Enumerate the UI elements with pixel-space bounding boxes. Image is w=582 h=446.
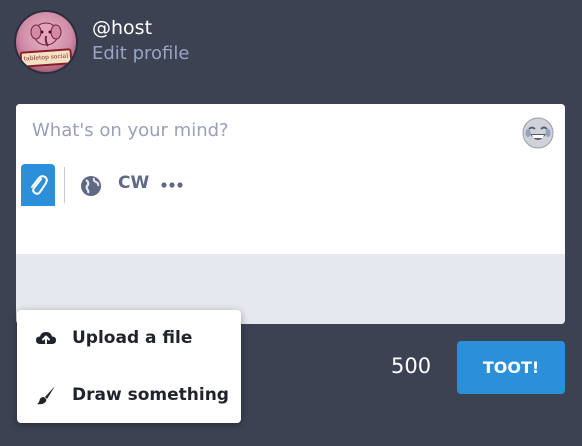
edit-profile-link[interactable]: Edit profile (92, 41, 189, 67)
toolbar-divider (64, 167, 65, 203)
profile-identity: @host Edit profile (92, 12, 189, 67)
cloud-upload-icon (36, 332, 56, 344)
ellipsis-icon[interactable] (160, 178, 184, 192)
profile-handle: @host (92, 17, 153, 39)
menu-item-label: Draw something (72, 385, 229, 405)
character-counter: 500 (391, 354, 432, 378)
toot-button[interactable]: TOOT! (457, 341, 565, 394)
compose-placeholder: What's on your mind? (32, 120, 229, 141)
avatar[interactable]: tabletop social (16, 12, 76, 72)
menu-item-label: Upload a file (72, 328, 193, 348)
avatar-ribbon-text: tabletop social (19, 48, 73, 68)
paperclip-icon (31, 175, 48, 195)
compose-form: What's on your mind? (16, 104, 565, 324)
elephant-logo-icon (30, 22, 62, 47)
menu-item-upload-file[interactable]: Upload a file (17, 310, 241, 366)
globe-icon[interactable] (79, 174, 103, 198)
menu-item-draw-something[interactable]: Draw something (17, 367, 241, 423)
attach-dropdown-menu: Upload a file Draw something (17, 310, 241, 423)
content-warning-toggle[interactable]: CW (118, 173, 149, 193)
emoji-picker-icon[interactable] (521, 116, 555, 150)
attach-media-button[interactable] (21, 164, 55, 206)
paintbrush-icon (37, 386, 55, 405)
profile-header: tabletop social @host Edit profile (16, 12, 189, 76)
